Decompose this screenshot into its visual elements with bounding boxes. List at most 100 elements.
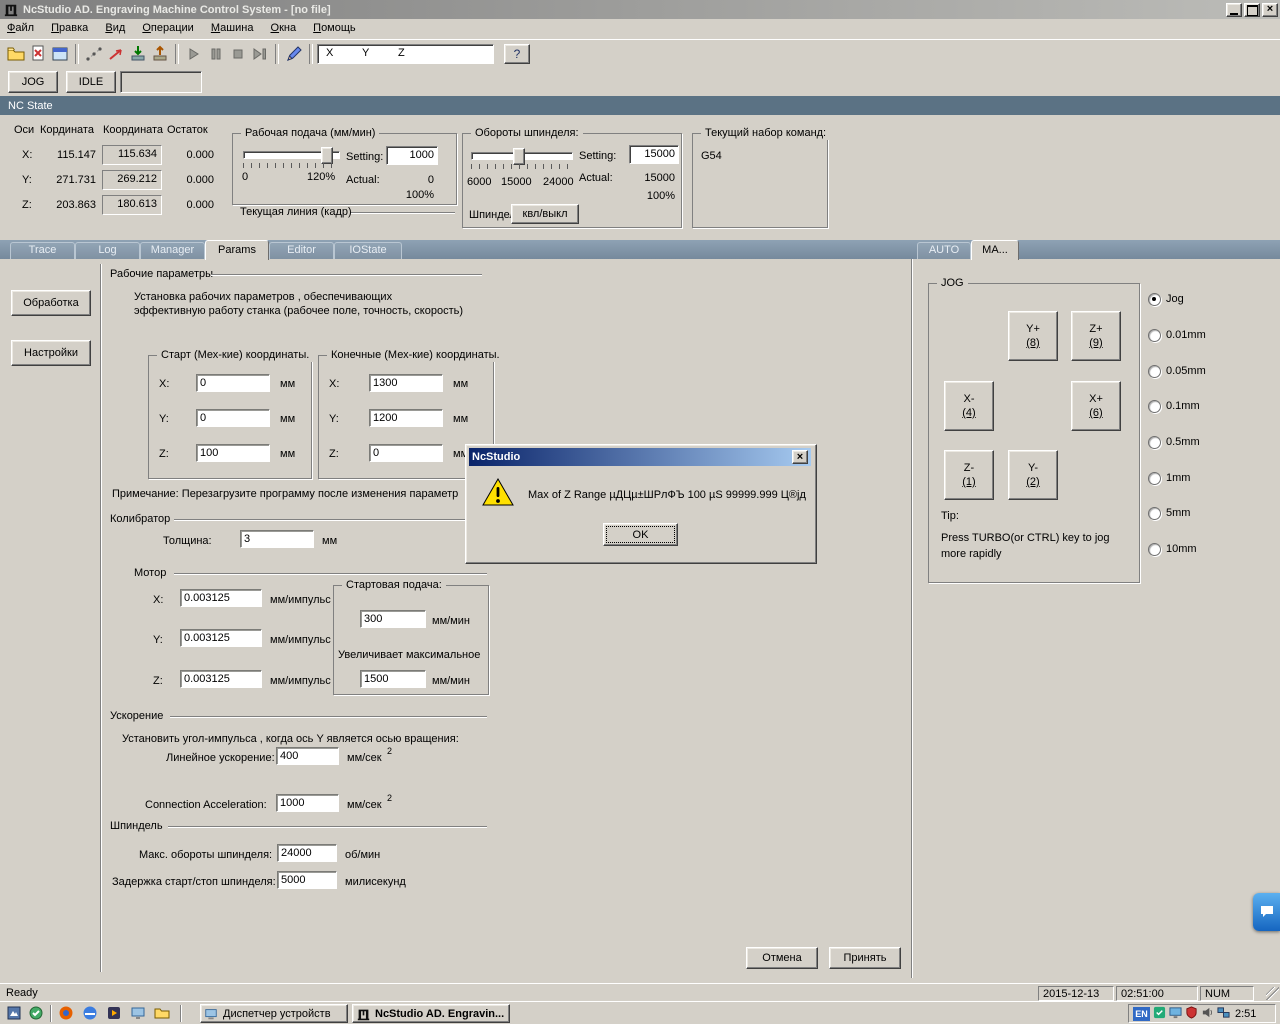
spindle-slider-thumb[interactable] bbox=[513, 148, 525, 165]
apply-button[interactable]: Принять bbox=[829, 947, 901, 969]
jog-mode-button[interactable]: JOG bbox=[8, 71, 58, 93]
close-file-icon[interactable] bbox=[27, 44, 49, 64]
step-button[interactable] bbox=[249, 44, 271, 64]
start-x-input[interactable] bbox=[196, 374, 270, 392]
media-player-icon[interactable] bbox=[106, 1005, 122, 1024]
radio-jog-label[interactable]: Jog bbox=[1166, 293, 1184, 306]
radio-10mm[interactable] bbox=[1148, 543, 1161, 556]
menu-file[interactable]: Файл bbox=[0, 19, 41, 37]
trace-view-icon[interactable] bbox=[83, 44, 105, 64]
help-button[interactable]: ? bbox=[504, 43, 530, 64]
thickness-input[interactable] bbox=[240, 530, 314, 548]
jog-x-minus-button[interactable]: X- (4) bbox=[944, 381, 994, 431]
start-feed-input[interactable] bbox=[360, 610, 426, 628]
show-desktop-icon[interactable] bbox=[130, 1005, 146, 1024]
jog-y-plus-button[interactable]: Y+ (8) bbox=[1008, 311, 1058, 361]
radio-0-1mm-label[interactable]: 0.1mm bbox=[1166, 400, 1200, 413]
close-button[interactable]: × bbox=[1262, 2, 1278, 17]
app-shortcut-icon[interactable] bbox=[6, 1005, 22, 1024]
tab-trace[interactable]: Trace bbox=[10, 242, 75, 259]
work-coord-x: 115.634 bbox=[102, 145, 162, 165]
radio-0-1mm[interactable] bbox=[1148, 400, 1161, 413]
tab-auto[interactable]: AUTO bbox=[917, 242, 971, 259]
feed-slider-thumb[interactable] bbox=[321, 147, 333, 164]
sidebar-settings-button[interactable]: Настройки bbox=[11, 340, 91, 366]
max-spindle-input[interactable] bbox=[277, 844, 337, 862]
end-z-input[interactable] bbox=[369, 444, 443, 462]
ie-browser-icon[interactable] bbox=[82, 1005, 98, 1024]
pause-button[interactable] bbox=[205, 44, 227, 64]
jog-z-minus-button[interactable]: Z- (1) bbox=[944, 450, 994, 500]
tab-log[interactable]: Log bbox=[75, 242, 140, 259]
linear-acc-input[interactable] bbox=[276, 747, 339, 765]
minimize-button[interactable] bbox=[1226, 2, 1242, 17]
motor-y-input[interactable] bbox=[180, 629, 262, 647]
menu-view[interactable]: Вид bbox=[98, 19, 132, 37]
radio-5mm-label[interactable]: 5mm bbox=[1166, 507, 1190, 520]
spindle-toggle-button[interactable]: квл/выкл bbox=[511, 204, 579, 224]
radio-1mm-label[interactable]: 1mm bbox=[1166, 472, 1190, 485]
tray-clock[interactable]: 2:51 bbox=[1235, 1008, 1256, 1020]
radio-0-5mm[interactable] bbox=[1148, 436, 1161, 449]
tray-volume-icon[interactable] bbox=[1201, 1006, 1214, 1022]
motor-z-input[interactable] bbox=[180, 670, 262, 688]
play-button[interactable] bbox=[183, 44, 205, 64]
command-value: G54 bbox=[701, 150, 722, 162]
tray-antivirus-shield-icon[interactable] bbox=[1185, 1005, 1198, 1022]
tab-editor[interactable]: Editor bbox=[269, 242, 334, 259]
cancel-button[interactable]: Отмена bbox=[746, 947, 818, 969]
spindle-delay-input[interactable] bbox=[277, 871, 337, 889]
radio-0-5mm-label[interactable]: 0.5mm bbox=[1166, 436, 1200, 449]
stop-button[interactable] bbox=[227, 44, 249, 64]
motor-x-input[interactable] bbox=[180, 589, 262, 607]
tab-params[interactable]: Params bbox=[205, 240, 269, 260]
radio-5mm[interactable] bbox=[1148, 507, 1161, 520]
app-shortcut-icon[interactable] bbox=[28, 1005, 44, 1024]
browser-icon[interactable] bbox=[58, 1005, 74, 1024]
start-z-input[interactable] bbox=[196, 444, 270, 462]
radio-jog[interactable] bbox=[1148, 293, 1161, 306]
end-x-input[interactable] bbox=[369, 374, 443, 392]
tab-manual[interactable]: MA... bbox=[971, 240, 1019, 260]
radio-0-05mm[interactable] bbox=[1148, 365, 1161, 378]
connection-acc-input[interactable] bbox=[276, 794, 339, 812]
dialog-close-button[interactable]: × bbox=[792, 450, 808, 464]
radio-0-05mm-label[interactable]: 0.05mm bbox=[1166, 365, 1206, 378]
load-program-icon[interactable] bbox=[127, 44, 149, 64]
explorer-folder-icon[interactable] bbox=[154, 1005, 170, 1024]
new-window-icon[interactable] bbox=[49, 44, 71, 64]
sidebar-process-button[interactable]: Обработка bbox=[11, 290, 91, 316]
taskbar-task-ncstudio[interactable]: NcStudio AD. Engravin... bbox=[352, 1004, 510, 1023]
tab-manager[interactable]: Manager bbox=[140, 242, 205, 259]
radio-0-01mm[interactable] bbox=[1148, 329, 1161, 342]
start-y-input[interactable] bbox=[196, 409, 270, 427]
menu-machine[interactable]: Машина bbox=[204, 19, 261, 37]
tray-display-icon[interactable] bbox=[1169, 1006, 1182, 1022]
language-indicator[interactable]: EN bbox=[1133, 1006, 1150, 1021]
tray-green-status-icon[interactable] bbox=[1153, 1006, 1166, 1022]
follow-trace-icon[interactable] bbox=[105, 44, 127, 64]
floating-chat-badge[interactable] bbox=[1253, 893, 1280, 931]
edit-pen-icon[interactable] bbox=[283, 44, 305, 64]
radio-0-01mm-label[interactable]: 0.01mm bbox=[1166, 329, 1206, 342]
idle-mode-button[interactable]: IDLE bbox=[66, 71, 116, 93]
radio-10mm-label[interactable]: 10mm bbox=[1166, 543, 1197, 556]
dialog-ok-button[interactable]: OK bbox=[603, 523, 678, 546]
taskbar-task-device-manager[interactable]: Диспетчер устройств bbox=[200, 1004, 348, 1023]
open-file-icon[interactable] bbox=[5, 44, 27, 64]
menu-windows[interactable]: Окна bbox=[264, 19, 304, 37]
unload-program-icon[interactable] bbox=[149, 44, 171, 64]
menu-operations[interactable]: Операции bbox=[135, 19, 200, 37]
work-coord-z: 180.613 bbox=[102, 195, 162, 215]
maximize-button[interactable] bbox=[1244, 2, 1260, 17]
tray-network-icon[interactable] bbox=[1217, 1006, 1230, 1022]
jog-x-plus-button[interactable]: X+ (6) bbox=[1071, 381, 1121, 431]
tab-iostate[interactable]: IOState bbox=[334, 242, 402, 259]
jog-z-plus-button[interactable]: Z+ (9) bbox=[1071, 311, 1121, 361]
menu-edit[interactable]: Правка bbox=[44, 19, 95, 37]
jog-y-minus-button[interactable]: Y- (2) bbox=[1008, 450, 1058, 500]
radio-1mm[interactable] bbox=[1148, 472, 1161, 485]
end-y-input[interactable] bbox=[369, 409, 443, 427]
menu-help[interactable]: Помощь bbox=[306, 19, 363, 37]
max-feed-input[interactable] bbox=[360, 670, 426, 688]
